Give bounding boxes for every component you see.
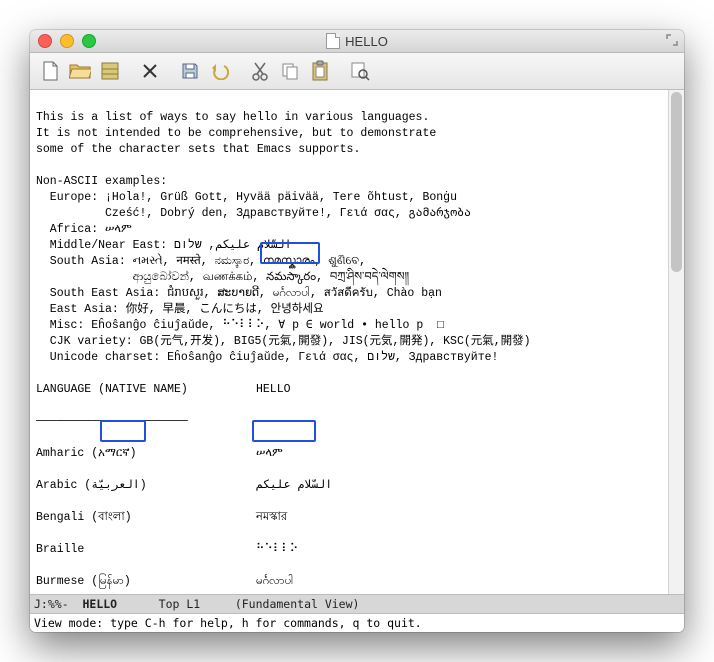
example-line: ආයුබෝවන්, வணக்கம், నమస్కారం, བཀྲ་ཤིས་བདེ… — [36, 271, 409, 284]
content-area: This is a list of ways to say hello in v… — [30, 90, 684, 594]
undo-button[interactable] — [206, 58, 234, 84]
close-window-button[interactable] — [38, 34, 52, 48]
paste-button[interactable] — [306, 58, 334, 84]
document-icon — [326, 33, 340, 49]
intro-line: It is not intended to be comprehensive, … — [36, 127, 436, 140]
scroll-thumb[interactable] — [671, 92, 682, 272]
example-line: East Asia: 你好, 早晨, こんにちは, 안녕하세요 — [36, 303, 324, 316]
example-line: Middle/Near East: السّلام عليكم, שלום — [36, 239, 292, 252]
intro-line: some of the character sets that Emacs su… — [36, 143, 360, 156]
modeline-buffer: HELLO — [82, 597, 117, 611]
copy-button[interactable] — [276, 58, 304, 84]
example-line: Africa: ሠላም — [36, 223, 132, 236]
open-file-button[interactable] — [66, 58, 94, 84]
table-row: Amharic (አማርኛ)ሠላም — [36, 446, 662, 462]
modeline-mode: (Fundamental View) — [235, 597, 360, 611]
search-button[interactable] — [346, 58, 374, 84]
minibuffer[interactable]: View mode: type C-h for help, h for comm… — [30, 614, 684, 632]
title-wrap: HELLO — [30, 33, 684, 49]
scrollbar[interactable] — [668, 90, 684, 594]
titlebar[interactable]: HELLO — [30, 30, 684, 53]
toolbar — [30, 53, 684, 90]
dired-button[interactable] — [96, 58, 124, 84]
hello-header: HELLO — [256, 382, 662, 398]
example-line: Misc: Eĥoŝanĝo ĉiuĵaŭde, ⠓⠑⠇⠇⠕, ∀ p ∈ wo… — [36, 319, 444, 332]
table-row: Braille⠓⠑⠇⠇⠕ — [36, 542, 662, 558]
modeline-pos: Top L1 — [159, 597, 201, 611]
text-buffer[interactable]: This is a list of ways to say hello in v… — [30, 90, 668, 594]
table-header: LANGUAGE (NATIVE NAME)HELLO — [36, 382, 662, 398]
examples-header: Non-ASCII examples: — [36, 175, 167, 188]
lang-header: LANGUAGE (NATIVE NAME) — [36, 382, 256, 398]
save-button[interactable] — [176, 58, 204, 84]
modeline-left: J:%%- — [34, 597, 69, 611]
example-line: Europe: ¡Hola!, Grüß Gott, Hyvää päivää,… — [36, 191, 457, 204]
modeline[interactable]: J:%%- HELLO Top L1 (Fundamental View) — [30, 594, 684, 614]
emacs-window: HELLO This is a list of ways to say hell… — [30, 30, 684, 632]
example-line: South East Asia: ជំរាបសួរ, ສະບາຍດີ, မင်္… — [36, 287, 442, 300]
example-line: Cześć!, Dobrý den, Здравствуйте!, Γειά σ… — [36, 207, 471, 220]
fullscreen-icon[interactable] — [666, 34, 678, 46]
minibuffer-text: View mode: type C-h for help, h for comm… — [34, 616, 422, 630]
example-line: Unicode charset: Eĥoŝanĝo ĉiuĵaŭde, Γειά… — [36, 351, 498, 364]
minimize-window-button[interactable] — [60, 34, 74, 48]
close-buffer-button[interactable] — [136, 58, 164, 84]
intro-line: This is a list of ways to say hello in v… — [36, 111, 429, 124]
table-separator: ─────────────────────────── — [36, 414, 662, 430]
example-line: South Asia: નમસ્તે, नमस्ते, ನಮಸ್ಕಾರ, നമസ… — [36, 255, 366, 268]
cut-button[interactable] — [246, 58, 274, 84]
traffic-lights — [30, 34, 96, 48]
example-line: CJK variety: GB(元气,开发), BIG5(元氣,開發), JIS… — [36, 335, 531, 348]
table-row: Burmese (မြန်မာ)မင်္ဂလာပါ — [36, 574, 662, 590]
zoom-window-button[interactable] — [82, 34, 96, 48]
new-file-button[interactable] — [36, 58, 64, 84]
window-title: HELLO — [345, 34, 388, 49]
table-row: Bengali (বাংলা)নমস্কার — [36, 510, 662, 526]
table-row: Arabic (العربيّة)السّلام عليكم — [36, 478, 662, 494]
